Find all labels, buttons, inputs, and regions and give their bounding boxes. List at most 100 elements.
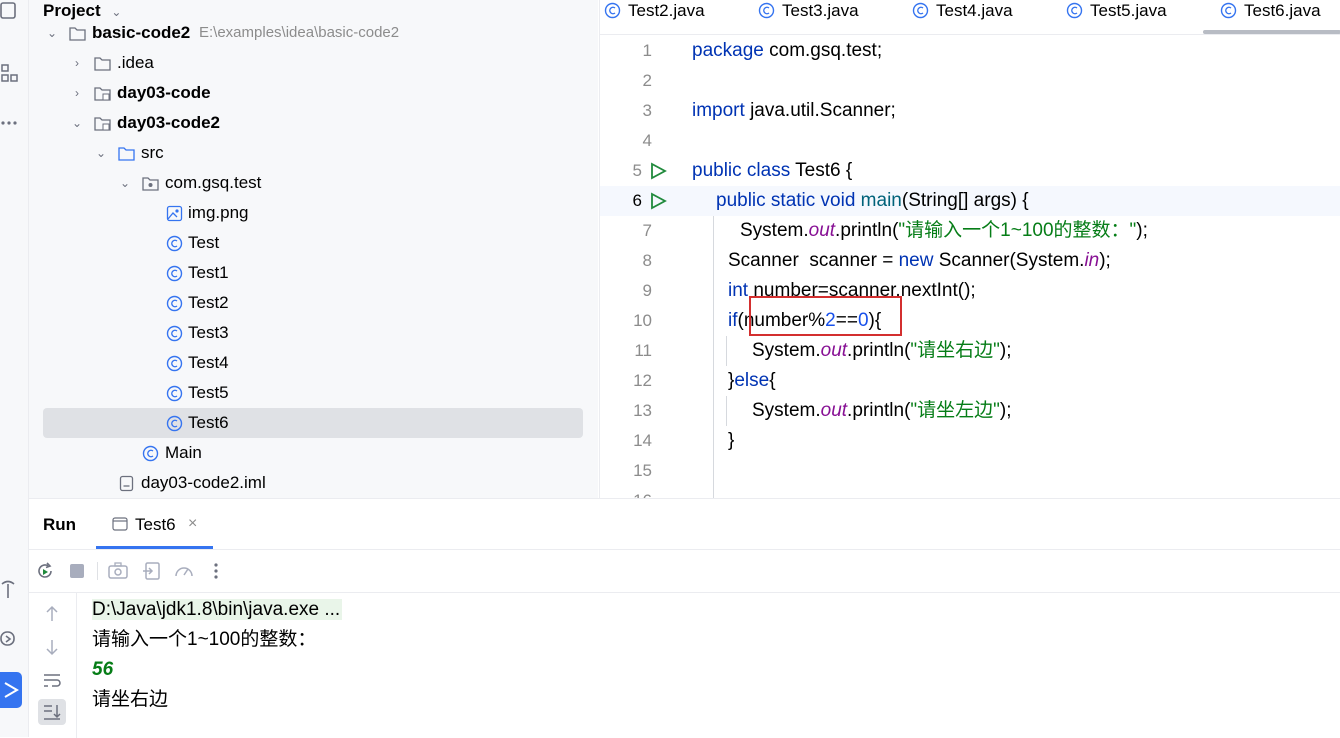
code-text: .println( [847,340,911,361]
method-name: main [855,190,902,211]
code-text: ); [999,340,1012,361]
line-number: 9 [642,281,652,300]
chevron-down-icon[interactable]: ⌄ [118,168,132,198]
keyword: public static void [716,190,856,211]
tree-row-src[interactable]: ⌄ src [29,138,589,168]
tree-row-class-selected[interactable]: Test6 [43,408,583,438]
run-main-icon[interactable] [648,191,668,211]
profiler-icon[interactable] [173,560,195,582]
keyword: package [692,40,764,61]
tree-row-class[interactable]: Test5 [29,378,589,408]
java-class-icon [166,295,183,312]
code-line-3[interactable]: import java.util.Scanner; [692,96,896,126]
code-line-11[interactable]: System.out.println("请坐右边"); [752,336,1012,366]
module-folder-icon [69,27,86,41]
code-line-8[interactable]: Scanner scanner = new Scanner(System.in)… [728,246,1111,276]
tree-label: day03-code2.iml [141,473,266,492]
tree-row-iml[interactable]: day03-code2.iml [29,468,589,498]
line-number: 15 [633,461,652,480]
keyword: import [692,100,745,121]
code-text: Test6 { [790,160,853,181]
tree-label: Test1 [188,263,229,282]
code-text: Scanner scanner = [728,250,899,271]
project-tool-icon[interactable] [0,0,22,22]
line-number: 7 [642,221,652,240]
exit-icon[interactable] [141,560,163,582]
run-tool-button[interactable] [0,672,22,708]
tree-row-class[interactable]: Main [29,438,589,468]
java-class-icon [1220,2,1237,19]
editor-tabs: Test2.java Test3.java Test4.java Test5.j… [600,0,1340,35]
structure-tool-icon[interactable] [0,62,22,84]
code-editor: Test2.java Test3.java Test4.java Test5.j… [599,0,1340,498]
code-line-13[interactable]: System.out.println("请坐左边"); [752,396,1012,426]
stop-icon[interactable] [66,560,88,582]
more-options-icon[interactable] [205,560,227,582]
code-line-12[interactable]: }else{ [728,366,776,396]
source-folder-icon [118,147,135,161]
soft-wrap-icon[interactable] [42,671,62,689]
project-tool-window: Project ⌄ ⌄ basic-code2 E:\examples\idea… [29,0,598,498]
highlight-annotation-box [749,296,902,336]
tree-label: Main [165,443,202,462]
tree-row-basic-code2[interactable]: ⌄ basic-code2 E:\examples\idea\basic-cod… [29,18,589,48]
arrow-down-icon[interactable] [43,638,61,656]
chevron-down-icon[interactable]: ⌄ [94,138,108,168]
run-tab-test6[interactable]: Test6 × [96,499,214,549]
keyword: int [728,280,749,301]
chevron-right-icon[interactable]: › [70,48,84,78]
folder-icon [94,57,111,71]
camera-icon[interactable] [107,560,129,582]
code-line-1[interactable]: package com.gsq.test; [692,36,882,66]
code-line-14[interactable]: } [728,426,734,456]
tree-row-idea[interactable]: › .idea [29,48,589,78]
console-output: D:\Java\jdk1.8\bin\java.exe ... [92,595,343,625]
run-class-icon[interactable] [648,161,668,181]
line-number: 1 [642,41,652,60]
chevron-down-icon[interactable]: ⌄ [45,18,59,48]
tree-label: Test5 [188,383,229,402]
java-class-icon [166,325,183,342]
tree-row-class[interactable]: Test1 [29,258,589,288]
indent-guide [713,216,714,498]
close-icon[interactable]: × [188,515,197,533]
chevron-right-icon[interactable]: › [70,78,84,108]
tree-row-class[interactable]: Test3 [29,318,589,348]
run-panel-title: Run [43,515,77,534]
tree-row-class[interactable]: Test2 [29,288,589,318]
line-number: 6 [632,191,642,210]
scroll-to-end-button[interactable] [38,699,66,725]
code-text: ); [1136,220,1148,241]
services-tool-icon[interactable] [0,628,22,650]
more-tools-icon[interactable] [0,112,22,134]
tree-row-img-png[interactable]: img.png [29,198,589,228]
run-panel-header: Run Test6 × [29,499,1340,550]
code-text: Scanner(System. [933,250,1085,271]
tree-row-class[interactable]: Test [29,228,589,258]
console-command: D:\Java\jdk1.8\bin\java.exe ... [92,599,343,620]
java-class-icon [142,445,159,462]
tree-row-day03-code2[interactable]: ⌄ day03-code2 [29,108,589,138]
tree-row-day03-code[interactable]: › day03-code [29,78,589,108]
code-text: java.util.Scanner; [744,100,896,121]
tab-label: Test6.java [1244,1,1321,20]
chevron-down-icon[interactable]: ⌄ [70,108,84,138]
indent-guide [726,336,727,366]
code-line-6[interactable]: public static void main(String[] args) { [716,186,1029,216]
code-line-7[interactable]: System.out.println("请输入一个1~100的整数："); [740,216,1148,246]
field: out [820,340,848,361]
tree-row-class[interactable]: Test4 [29,348,589,378]
image-file-icon [166,205,183,222]
module-folder-icon [94,87,111,101]
arrow-up-icon[interactable] [43,605,61,623]
active-run-tab-indicator [96,546,213,549]
run-tool-window: Run Test6 × D:\Java\jdk1.8\bin\java.exe … [29,498,1340,738]
tree-row-package[interactable]: ⌄ com.gsq.test [29,168,589,198]
rerun-icon[interactable] [34,560,56,582]
java-class-icon [166,235,183,252]
chevron-down-icon[interactable]: ⌄ [111,5,121,19]
field: in [1084,250,1100,271]
line-number: 10 [633,311,652,330]
build-tool-icon[interactable] [0,578,22,600]
code-line-5[interactable]: public class Test6 { [692,156,852,186]
